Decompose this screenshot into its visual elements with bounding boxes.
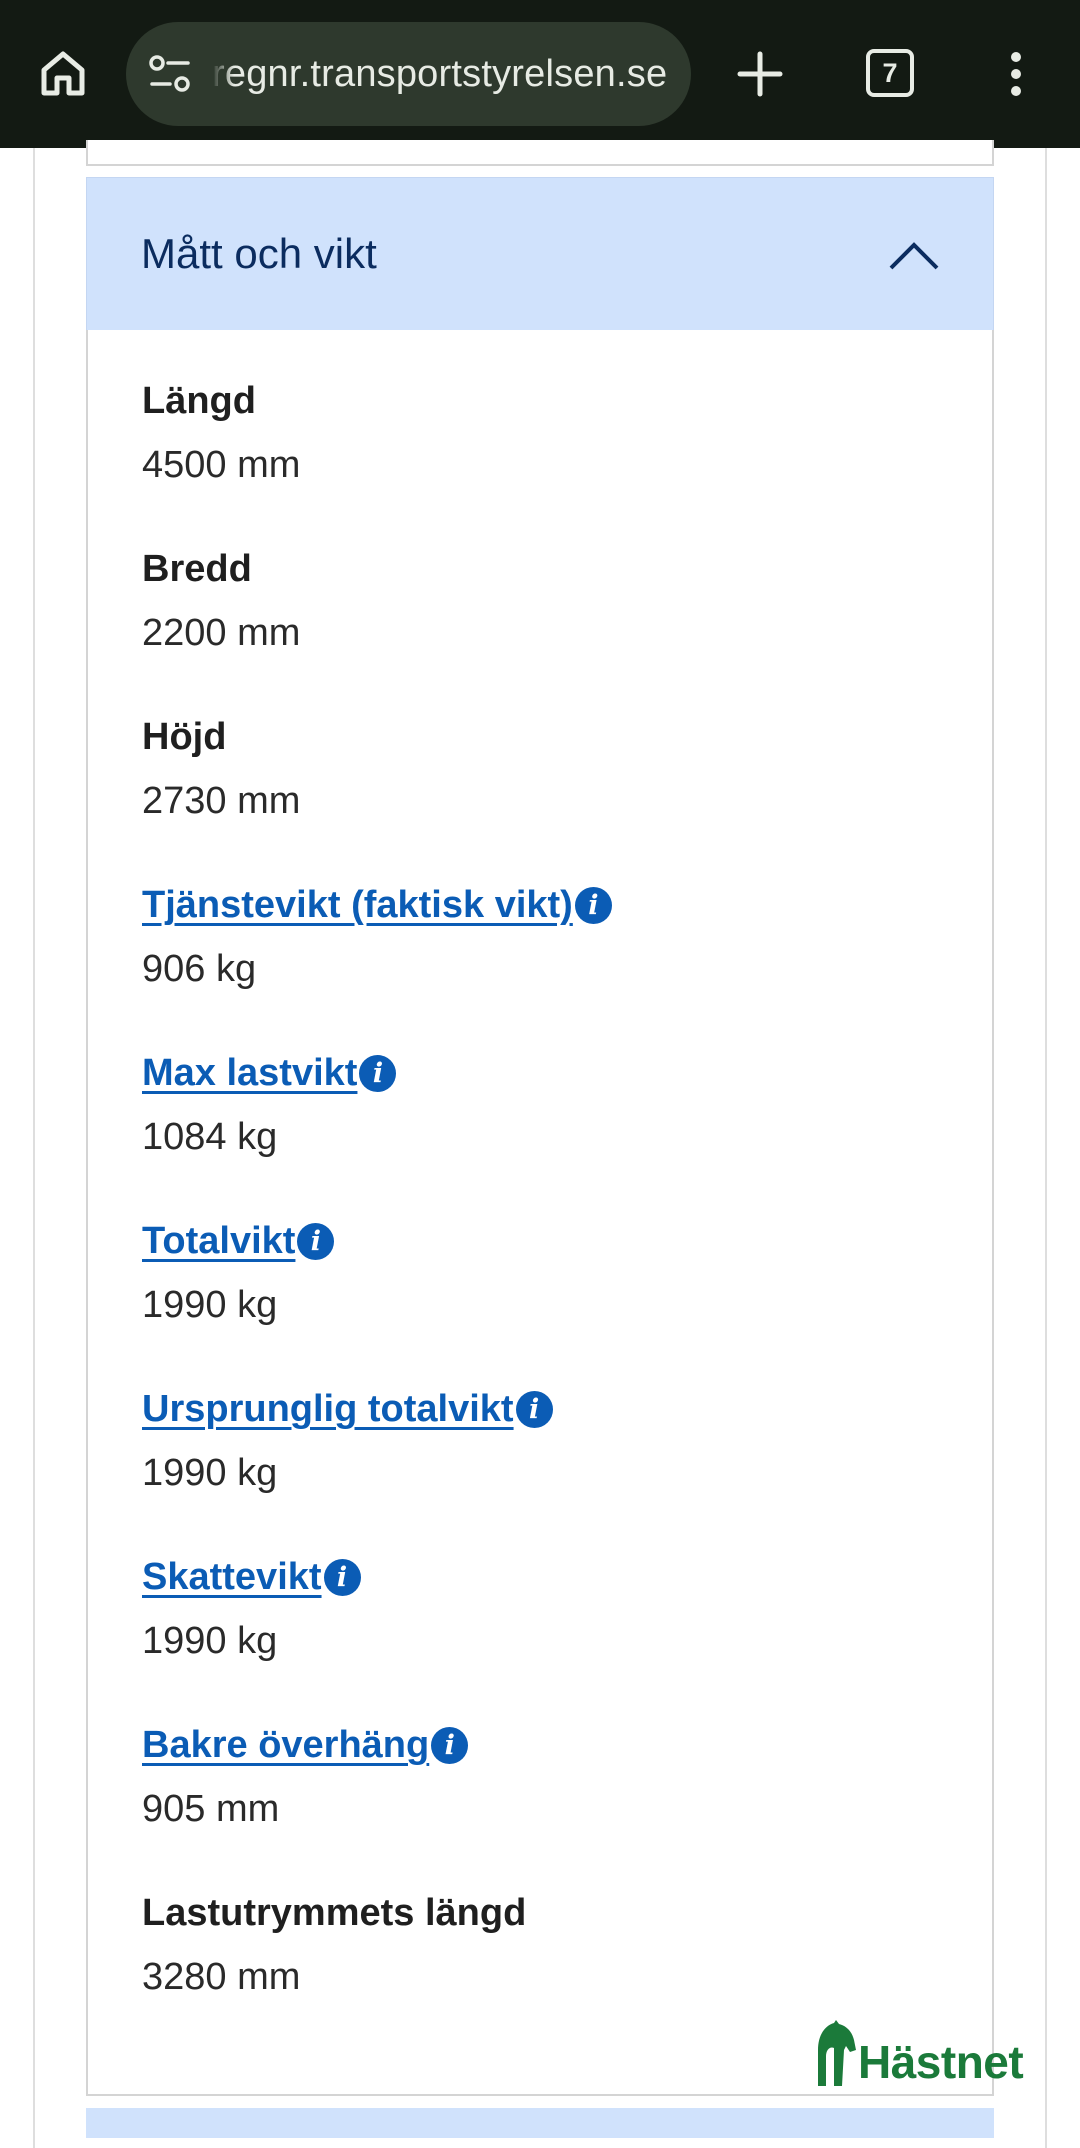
field-ursprunglig-totalvikt: Ursprunglig totalvikt i 1990 kg <box>142 1386 942 1496</box>
field-value: 3280 mm <box>142 1956 301 1998</box>
field-value: 1990 kg <box>142 1284 278 1326</box>
field-label: Längd <box>142 380 256 422</box>
home-icon <box>41 51 85 96</box>
field-bredd: Bredd 2200 mm <box>142 546 942 656</box>
field-value: 2200 mm <box>142 612 301 654</box>
field-value: 905 mm <box>142 1788 280 1830</box>
browser-toolbar: regnr.transportstyrelsen.se 7 <box>0 0 1080 148</box>
info-icon[interactable]: i <box>431 1727 469 1764</box>
more-menu-button[interactable] <box>996 44 1036 104</box>
field-label: Bredd <box>142 548 252 590</box>
previous-section-bottom <box>86 140 994 166</box>
home-button[interactable] <box>30 36 96 110</box>
field-max-lastvikt: Max lastvikt i 1084 kg <box>142 1050 942 1160</box>
tab-switcher-icon[interactable]: 7 <box>866 49 914 97</box>
field-value: 1084 kg <box>142 1116 278 1158</box>
max-lastvikt-link[interactable]: Max lastvikt <box>142 1050 357 1096</box>
next-accordion-header[interactable] <box>86 2108 994 2138</box>
field-value: 1990 kg <box>142 1620 278 1662</box>
field-label: Höjd <box>142 716 227 758</box>
field-value: 4500 mm <box>142 444 301 486</box>
field-bakre-overhang: Bakre överhäng i 905 mm <box>142 1722 942 1832</box>
accordion-content: Längd 4500 mm Bredd 2200 mm Höjd 2730 mm… <box>86 330 994 2096</box>
field-langd: Längd 4500 mm <box>142 378 942 488</box>
section-title: Mått och vikt <box>141 230 377 277</box>
chevron-up-icon[interactable] <box>887 230 941 280</box>
info-icon[interactable]: i <box>515 1391 553 1428</box>
field-hojd: Höjd 2730 mm <box>142 714 942 824</box>
field-tjanstevikt: Tjänstevikt (faktisk vikt) i 906 kg <box>142 882 942 992</box>
field-lastutrymmets-langd: Lastutrymmets längd 3280 mm <box>142 1890 942 2000</box>
totalvikt-link[interactable]: Totalvikt <box>142 1218 295 1264</box>
field-label: Lastutrymmets längd <box>142 1892 527 1934</box>
field-skattevikt: Skattevikt i 1990 kg <box>142 1554 942 1664</box>
bakre-overhang-link[interactable]: Bakre överhäng <box>142 1722 429 1768</box>
skattevikt-link[interactable]: Skattevikt <box>142 1554 322 1600</box>
info-icon[interactable]: i <box>323 1559 361 1596</box>
field-value: 1990 kg <box>142 1452 278 1494</box>
hastnet-watermark: Hästnet <box>814 2018 1044 2090</box>
watermark-text: Hästnet <box>858 2036 1024 2088</box>
horse-head-icon <box>818 2020 856 2086</box>
ursprunglig-totalvikt-link[interactable]: Ursprunglig totalvikt <box>142 1386 514 1432</box>
info-icon[interactable]: i <box>359 1055 397 1092</box>
more-vert-icon <box>1011 52 1021 96</box>
accordion-header[interactable]: Mått och vikt <box>86 177 994 331</box>
info-icon[interactable]: i <box>297 1223 335 1260</box>
site-info-icon[interactable] <box>146 52 194 96</box>
info-icon[interactable]: i <box>574 887 612 924</box>
tjanstevikt-link[interactable]: Tjänstevikt (faktisk vikt) <box>142 882 573 928</box>
url-text[interactable]: regnr.transportstyrelsen.se <box>212 22 682 126</box>
address-bar[interactable]: regnr.transportstyrelsen.se <box>126 22 691 126</box>
field-value: 906 kg <box>142 948 257 990</box>
field-totalvikt: Totalvikt i 1990 kg <box>142 1218 942 1328</box>
plus-icon <box>737 51 783 97</box>
field-value: 2730 mm <box>142 780 301 822</box>
new-tab-button[interactable] <box>730 40 790 108</box>
